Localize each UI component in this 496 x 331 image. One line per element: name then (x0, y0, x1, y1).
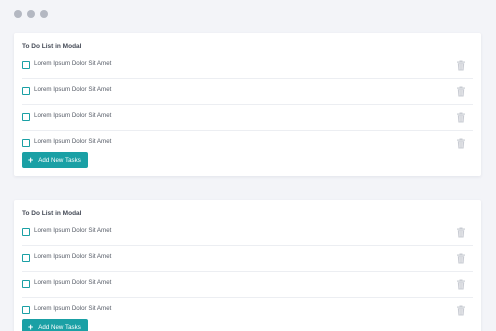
window-close-dot[interactable] (14, 10, 22, 18)
trash-icon[interactable] (456, 112, 466, 123)
task-label: Lorem Ipsum Dolor Sit Amet (34, 138, 112, 145)
add-new-task-button[interactable]: + Add New Tasks (22, 152, 88, 168)
task-list: Lorem Ipsum Dolor Sit Amet Lorem Ipsum D… (14, 220, 481, 323)
task-list: Lorem Ipsum Dolor Sit Amet Lorem Ipsum D… (14, 53, 481, 156)
task-label: Lorem Ipsum Dolor Sit Amet (34, 112, 112, 119)
task-row: Lorem Ipsum Dolor Sit Amet (22, 131, 473, 156)
trash-icon[interactable] (456, 305, 466, 316)
task-label: Lorem Ipsum Dolor Sit Amet (34, 305, 112, 312)
task-row: Lorem Ipsum Dolor Sit Amet (22, 53, 473, 79)
task-row: Lorem Ipsum Dolor Sit Amet (22, 272, 473, 298)
task-row: Lorem Ipsum Dolor Sit Amet (22, 298, 473, 323)
task-checkbox[interactable] (22, 87, 30, 95)
trash-icon[interactable] (456, 279, 466, 290)
task-label: Lorem Ipsum Dolor Sit Amet (34, 279, 112, 286)
task-checkbox[interactable] (22, 280, 30, 288)
todo-card: To Do List in Modal Lorem Ipsum Dolor Si… (14, 33, 481, 176)
add-button-label: Add New Tasks (38, 323, 81, 331)
window-controls (14, 10, 48, 18)
card-title: To Do List in Modal (22, 210, 82, 217)
todo-card: To Do List in Modal Lorem Ipsum Dolor Si… (14, 200, 481, 331)
task-row: Lorem Ipsum Dolor Sit Amet (22, 79, 473, 105)
task-checkbox[interactable] (22, 61, 30, 69)
task-row: Lorem Ipsum Dolor Sit Amet (22, 105, 473, 131)
task-label: Lorem Ipsum Dolor Sit Amet (34, 253, 112, 260)
task-checkbox[interactable] (22, 306, 30, 314)
trash-icon[interactable] (456, 253, 466, 264)
task-label: Lorem Ipsum Dolor Sit Amet (34, 60, 112, 67)
task-checkbox[interactable] (22, 139, 30, 147)
plus-icon: + (28, 321, 34, 331)
card-title: To Do List in Modal (22, 43, 82, 50)
trash-icon[interactable] (456, 227, 466, 238)
trash-icon[interactable] (456, 138, 466, 149)
trash-icon[interactable] (456, 60, 466, 71)
add-new-task-button[interactable]: + Add New Tasks (22, 319, 88, 331)
plus-icon: + (28, 154, 34, 165)
window-maximize-dot[interactable] (40, 10, 48, 18)
trash-icon[interactable] (456, 86, 466, 97)
task-checkbox[interactable] (22, 228, 30, 236)
task-checkbox[interactable] (22, 113, 30, 121)
window-minimize-dot[interactable] (27, 10, 35, 18)
task-checkbox[interactable] (22, 254, 30, 262)
app-window: To Do List in Modal Lorem Ipsum Dolor Si… (0, 0, 496, 331)
task-row: Lorem Ipsum Dolor Sit Amet (22, 220, 473, 246)
task-row: Lorem Ipsum Dolor Sit Amet (22, 246, 473, 272)
task-label: Lorem Ipsum Dolor Sit Amet (34, 86, 112, 93)
task-label: Lorem Ipsum Dolor Sit Amet (34, 227, 112, 234)
add-button-label: Add New Tasks (38, 156, 81, 164)
